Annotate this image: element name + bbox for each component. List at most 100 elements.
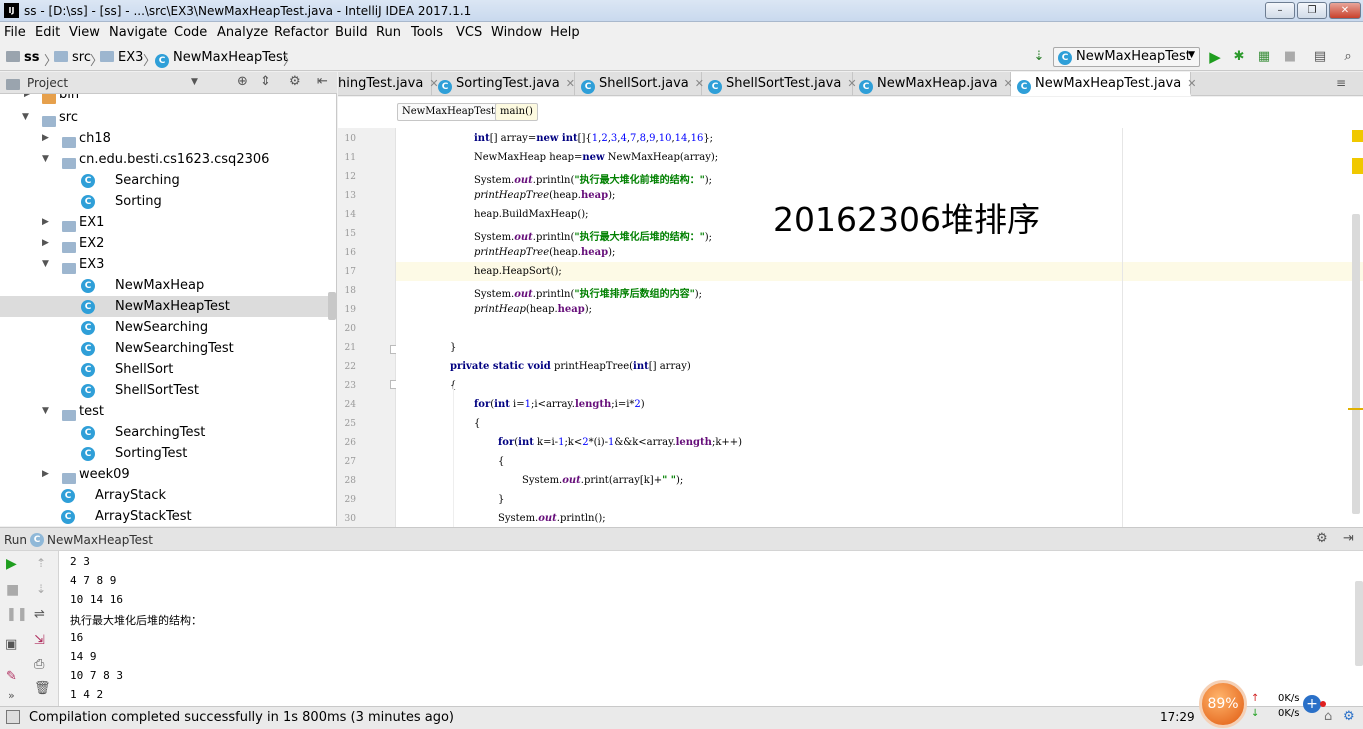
tree-item-sorting[interactable]: C Sorting (0, 191, 336, 212)
tab-newmaxheaptest[interactable]: C NewMaxHeapTest.java ✕ (1011, 72, 1196, 96)
tree-item-newmaxheaptest[interactable]: C NewMaxHeapTest (0, 296, 336, 317)
chevron-right-icon[interactable]: ▶ (42, 464, 49, 485)
chevron-right-icon[interactable]: ▶ (24, 94, 31, 105)
scroll-to-end-icon[interactable]: ⇲ (34, 633, 45, 648)
tree-item-arraystack[interactable]: C ArrayStack (0, 485, 336, 506)
tree-item-arraystacktest[interactable]: C ArrayStackTest (0, 506, 336, 526)
tree-item-ex1[interactable]: ▶ EX1 (0, 212, 336, 233)
tree-item-newsearchingtest[interactable]: C NewSearchingTest (0, 338, 336, 359)
soft-wrap-icon[interactable]: ⇌ (34, 607, 45, 622)
tab-list-icon[interactable]: ≡ (1336, 76, 1346, 90)
breadcrumb-project[interactable]: ss (6, 50, 39, 65)
chevron-down-icon[interactable]: ▼ (42, 401, 49, 422)
project-scrollbar[interactable] (328, 292, 336, 320)
stop-icon[interactable]: ■ (6, 582, 19, 598)
search-icon[interactable]: ⌕ (1340, 49, 1356, 65)
warning-marker[interactable] (1352, 130, 1363, 142)
gear-icon[interactable]: ⚙ (1343, 709, 1355, 724)
hide-panel-icon[interactable]: ⇥ (1343, 531, 1354, 546)
editor-scrollbar[interactable] (1352, 214, 1360, 514)
menu-vcs[interactable]: VCS (456, 25, 482, 40)
print-icon[interactable]: ⎙ (34, 657, 44, 672)
code-editor[interactable]: int[] array=new int[]{1,2,3,4,7,8,9,10,1… (396, 128, 1363, 527)
run-icon[interactable]: ▶ (1207, 49, 1223, 65)
tab-shellsort[interactable]: C ShellSort.java ✕ (575, 72, 704, 96)
tree-item-newmaxheap[interactable]: C NewMaxHeap (0, 275, 336, 296)
menu-window[interactable]: Window (491, 25, 542, 40)
tree-item-sortingtest[interactable]: C SortingTest (0, 443, 336, 464)
editor-crumb-class[interactable]: NewMaxHeapTest (397, 103, 501, 121)
tool-window-toggle-icon[interactable] (6, 710, 20, 724)
maximize-button[interactable]: ❐ (1297, 2, 1327, 19)
pin-icon[interactable]: ✎ (6, 669, 17, 684)
up-arrow-icon[interactable]: ⇡ (36, 556, 46, 570)
tree-item-shellsorttest[interactable]: C ShellSortTest (0, 380, 336, 401)
menu-build[interactable]: Build (335, 25, 368, 40)
breadcrumb-src[interactable]: src (54, 50, 91, 65)
tree-item-ex2[interactable]: ▶ EX2 (0, 233, 336, 254)
menu-run[interactable]: Run (376, 25, 401, 40)
debug-icon[interactable]: ✱ (1231, 49, 1247, 65)
tree-item-ch18[interactable]: ▶ ch18 (0, 128, 336, 149)
more-icon[interactable]: » (8, 689, 15, 702)
tree-item-shellsort[interactable]: C ShellSort (0, 359, 336, 380)
breadcrumb-file[interactable]: C NewMaxHeapTest (155, 50, 288, 68)
error-stripe-marker[interactable] (1348, 408, 1363, 410)
menu-code[interactable]: Code (174, 25, 207, 40)
warning-marker[interactable] (1352, 158, 1363, 174)
minimize-button[interactable]: – (1265, 2, 1295, 19)
run-configuration-select[interactable]: C NewMaxHeapTest ▼ (1053, 47, 1200, 67)
trash-icon[interactable]: 🗑 (34, 681, 51, 696)
system-monitor-widget[interactable]: 89% (1199, 680, 1247, 728)
tab-newmaxheap[interactable]: C NewMaxHeap.java ✕ (853, 72, 1013, 96)
tab-sortingtest-partial[interactable]: hingTest.java ✕ (338, 72, 439, 96)
add-icon[interactable]: + (1303, 695, 1321, 713)
menu-file[interactable]: File (4, 25, 26, 40)
gear-icon[interactable]: ⚙ (289, 74, 301, 89)
coverage-icon[interactable]: ▦ (1256, 49, 1272, 65)
menu-navigate[interactable]: Navigate (109, 25, 167, 40)
menu-analyze[interactable]: Analyze (217, 25, 268, 40)
menu-refactor[interactable]: Refactor (274, 25, 329, 40)
tree-item-test[interactable]: ▼ test (0, 401, 336, 422)
tree-item-src[interactable]: ▼ src (0, 107, 336, 128)
stop-icon[interactable]: ■ (1282, 49, 1298, 65)
project-structure-icon[interactable]: ▤ (1312, 49, 1328, 65)
chevron-down-icon[interactable]: ▼ (191, 77, 198, 87)
tree-item-searching[interactable]: C Searching (0, 170, 336, 191)
chevron-down-icon[interactable]: ▼ (42, 149, 49, 170)
editor-crumb-method[interactable]: main() (495, 103, 538, 121)
tree-item-bin[interactable]: ▶ bin (0, 94, 336, 105)
chevron-down-icon[interactable]: ▼ (22, 107, 29, 128)
menu-tools[interactable]: Tools (411, 25, 443, 40)
chevron-right-icon[interactable]: ▶ (42, 233, 49, 254)
chevron-right-icon[interactable]: ▶ (42, 212, 49, 233)
console-scrollbar[interactable] (1355, 581, 1363, 666)
chevron-right-icon[interactable]: ▶ (42, 128, 49, 149)
tree-item-week09[interactable]: ▶ week09 (0, 464, 336, 485)
tree-item-searchingtest[interactable]: C SearchingTest (0, 422, 336, 443)
close-window-button[interactable]: ✕ (1329, 2, 1361, 19)
chevron-down-icon[interactable]: ▼ (42, 254, 49, 275)
gear-icon[interactable]: ⚙ (1316, 531, 1328, 546)
target-icon[interactable]: ⊕ (237, 74, 248, 89)
tab-shellsorttest[interactable]: C ShellSortTest.java ✕ (702, 72, 857, 96)
tree-item-ex3[interactable]: ▼ EX3 (0, 254, 336, 275)
tree-item-package[interactable]: ▼ cn.edu.besti.cs1623.csq2306 (0, 149, 336, 170)
down-arrow-icon[interactable]: ⇣ (36, 582, 46, 596)
menu-view[interactable]: View (69, 25, 100, 40)
lock-icon[interactable]: ⌂ (1324, 709, 1332, 724)
tab-sortingtest[interactable]: C SortingTest.java ✕ (432, 72, 575, 96)
close-icon[interactable]: ✕ (566, 77, 575, 90)
sort-down-icon[interactable]: ⇣ (1031, 49, 1047, 65)
tree-item-newsearching[interactable]: C NewSearching (0, 317, 336, 338)
menu-help[interactable]: Help (550, 25, 580, 40)
run-config-tab[interactable]: NewMaxHeapTest (47, 533, 153, 547)
project-panel-title[interactable]: Project (27, 76, 68, 90)
restore-layout-icon[interactable]: ▣ (5, 637, 17, 652)
run-console-output[interactable]: 2 3 4 7 8 9 10 14 16 执行最大堆化后堆的结构： 16 14 … (59, 551, 1363, 706)
run-panel-title[interactable]: Run (4, 533, 27, 547)
breadcrumb-ex3[interactable]: EX3 (100, 50, 143, 65)
collapse-icon[interactable]: ⇕ (260, 74, 271, 89)
menu-edit[interactable]: Edit (35, 25, 60, 40)
